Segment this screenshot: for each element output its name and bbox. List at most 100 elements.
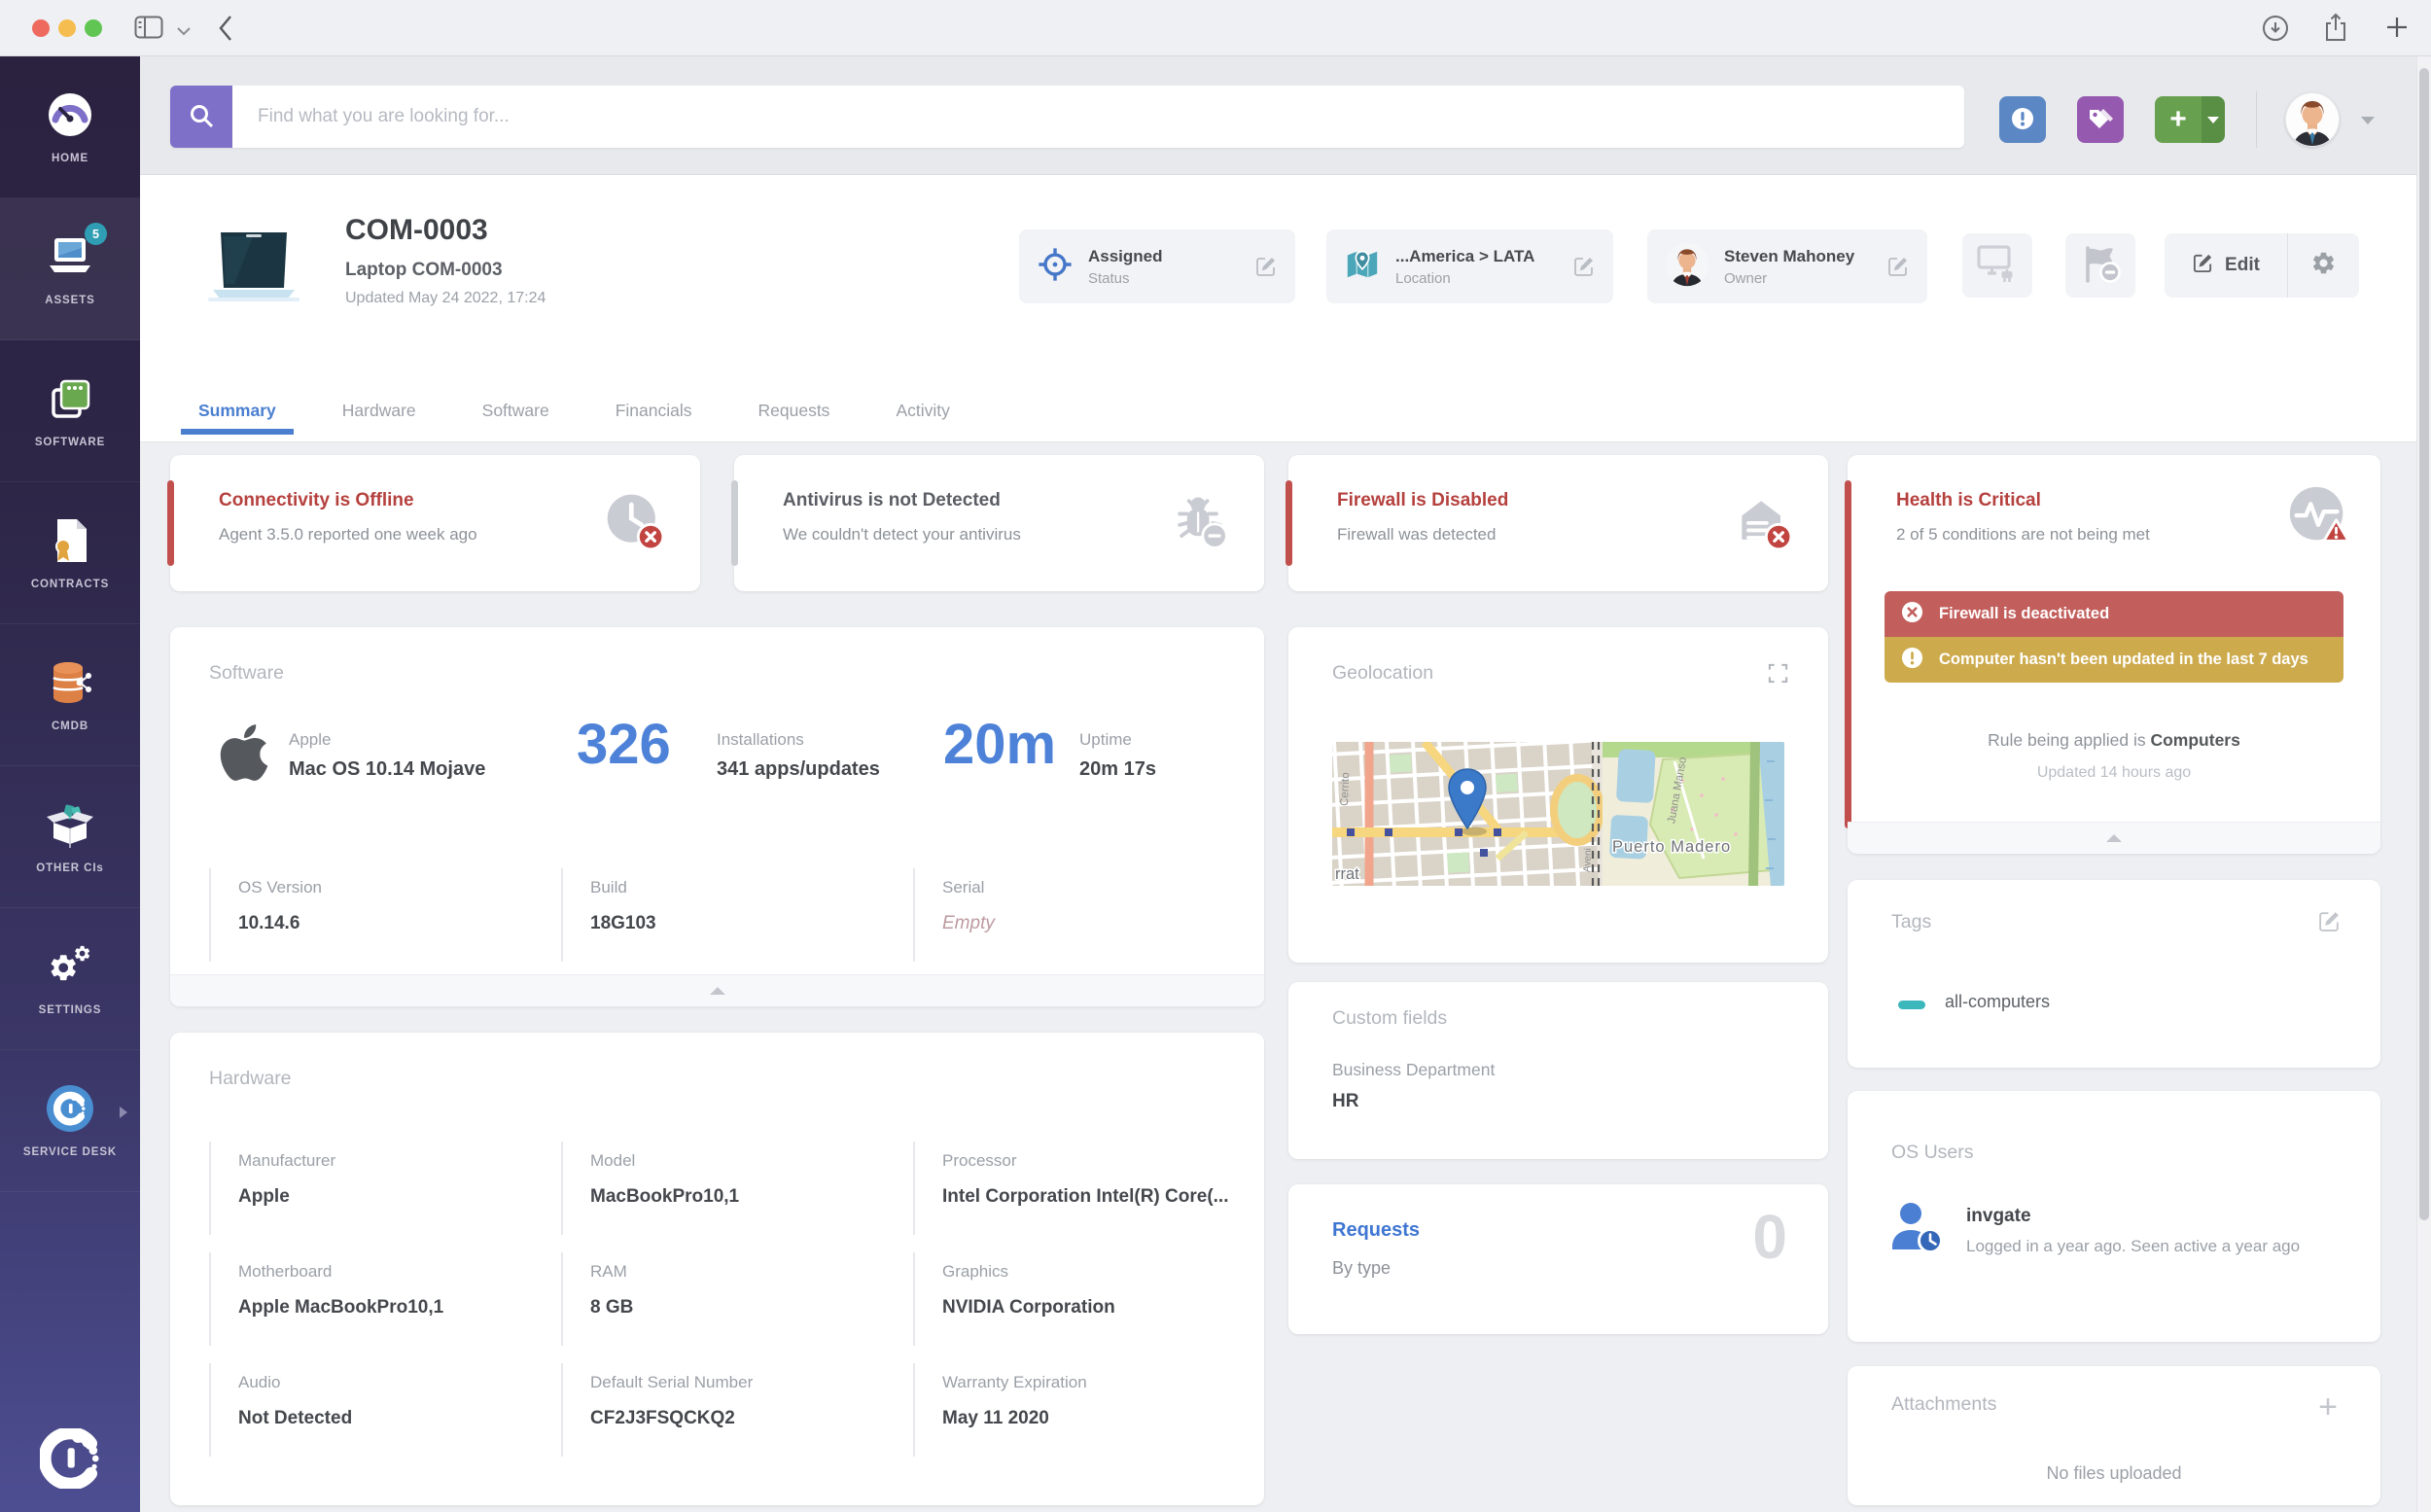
health-rule: Rule being applied is Computers <box>1988 730 2240 750</box>
remote-session-button[interactable] <box>1962 233 2032 298</box>
info-button[interactable] <box>1999 96 2046 143</box>
sidebar-item-other-cis[interactable]: OTHER CIs <box>0 766 140 908</box>
asset-settings-button[interactable] <box>2288 233 2359 298</box>
user-avatar[interactable] <box>2285 92 2340 147</box>
uptime-summary: Uptime 20m 17s <box>1079 730 1156 780</box>
status-chip[interactable]: Assigned Status <box>1019 229 1295 303</box>
sidebar: HOME 5 ASSETS SOFTWARE CONTRACTS CMDB OT… <box>0 56 140 1512</box>
alert-description: Agent 3.5.0 reported one week ago <box>219 525 477 544</box>
firewall-alert-card: Firewall is Disabled Firewall was detect… <box>1286 455 1828 591</box>
location-map-icon <box>1344 246 1381 288</box>
os-user-activity: Logged in a year ago. Seen active a year… <box>1966 1237 2301 1255</box>
new-tab-icon[interactable] <box>2384 15 2410 45</box>
apple-logo-icon <box>217 721 271 790</box>
tab-summary[interactable]: Summary <box>181 379 294 441</box>
software-icon <box>45 373 95 424</box>
download-icon[interactable] <box>2262 15 2289 47</box>
health-card: Health is Critical 2 of 5 conditions are… <box>1845 455 2380 854</box>
hardware-field-model: Model MacBookPro10,1 <box>561 1142 882 1235</box>
chevron-down-icon[interactable] <box>177 23 191 41</box>
sidebar-item-settings[interactable]: SETTINGS <box>0 908 140 1050</box>
owner-chip[interactable]: Steven Mahoney Owner <box>1647 229 1927 303</box>
requests-link[interactable]: Requests <box>1332 1219 1420 1242</box>
window-minimize-button[interactable] <box>58 19 76 37</box>
sidebar-item-home[interactable]: HOME <box>0 56 140 198</box>
alert-severity-stripe <box>1286 480 1292 566</box>
connectivity-alert-card: Connectivity is Offline Agent 3.5.0 repo… <box>167 455 700 591</box>
antivirus-bug-icon <box>1167 488 1233 559</box>
tab-financials[interactable]: Financials <box>612 379 696 441</box>
sidebar-toggle-icon[interactable] <box>134 16 163 44</box>
requests-card: Requests By type 0 <box>1288 1184 1828 1334</box>
alert-title: Antivirus is not Detected <box>783 490 1001 510</box>
user-menu-caret[interactable] <box>2361 117 2375 124</box>
search-button[interactable] <box>170 86 232 148</box>
edit-button[interactable]: Edit <box>2165 233 2287 298</box>
map-street-label: Cerrito <box>1339 772 1352 806</box>
user-clock-icon <box>1888 1200 1947 1259</box>
caret-up-icon <box>709 987 725 995</box>
tab-activity[interactable]: Activity <box>892 379 953 441</box>
top-bar: + <box>140 56 2431 175</box>
software-card: Software Apple Mac OS 10.14 Mojave 326 I… <box>170 627 1264 1006</box>
search-icon <box>189 103 214 131</box>
contracts-icon <box>45 515 95 566</box>
window-zoom-button[interactable] <box>85 19 102 37</box>
alert-description: Firewall was detected <box>1337 525 1497 544</box>
scrollbar-thumb[interactable] <box>2419 68 2429 1220</box>
sidebar-item-software[interactable]: SOFTWARE <box>0 340 140 482</box>
health-updated: Updated 14 hours ago <box>2036 764 2192 781</box>
add-dropdown-caret[interactable] <box>2202 96 2225 143</box>
add-attachment-icon[interactable]: + <box>2312 1389 2343 1424</box>
edit-tags-icon[interactable] <box>2317 909 2342 936</box>
sidebar-item-assets[interactable]: 5 ASSETS <box>0 198 140 340</box>
tags-button[interactable] <box>2077 96 2124 143</box>
health-pulse-icon <box>2285 482 2353 555</box>
share-icon[interactable] <box>2322 13 2349 47</box>
fullscreen-icon[interactable] <box>1767 662 1789 687</box>
tab-hardware[interactable]: Hardware <box>338 379 420 441</box>
tab-requests[interactable]: Requests <box>755 379 834 441</box>
edit-owner-icon[interactable] <box>1886 255 1910 278</box>
search-input[interactable] <box>232 86 1964 148</box>
software-field-os-version: OS Version 10.14.6 <box>209 868 530 962</box>
os-summary: Apple Mac OS 10.14 Mojave <box>289 730 486 780</box>
sidebar-item-cmdb[interactable]: CMDB <box>0 624 140 766</box>
software-collapse-button[interactable] <box>170 974 1264 1006</box>
scrollbar-track[interactable] <box>2416 56 2431 1512</box>
asset-subtitle: Laptop COM-0003 <box>345 260 503 280</box>
sidebar-item-contracts[interactable]: CONTRACTS <box>0 482 140 624</box>
os-user-name: invgate <box>1966 1206 2031 1226</box>
installations-summary: Installations 341 apps/updates <box>717 730 880 780</box>
custom-field-label: Business Department <box>1332 1060 1496 1079</box>
hardware-field-processor: Processor Intel Corporation Intel(R) Cor… <box>913 1142 1234 1235</box>
hardware-field-serial: Default Serial Number CF2J3FSQCKQ2 <box>561 1363 882 1457</box>
map[interactable]: Cerrito Juana Manso Aveni Puerto Madero … <box>1332 742 1784 886</box>
asset-tabs: Summary Hardware Software Financials Req… <box>181 379 954 441</box>
plus-icon: + <box>2155 96 2202 143</box>
sidebar-item-service-desk[interactable]: SERVICE DESK <box>0 1050 140 1192</box>
window-close-button[interactable] <box>32 19 50 37</box>
edit-location-icon[interactable] <box>1572 255 1596 278</box>
monitor-plug-icon <box>1977 244 2018 287</box>
app-window: HOME 5 ASSETS SOFTWARE CONTRACTS CMDB OT… <box>0 0 2431 1512</box>
alert-description: We couldn't detect your antivirus <box>783 525 1021 544</box>
tab-software[interactable]: Software <box>478 379 553 441</box>
error-circle-icon <box>1901 601 1923 628</box>
edit-status-icon[interactable] <box>1254 255 1278 278</box>
custom-fields-card: Custom fields Business Department HR <box>1288 982 1828 1159</box>
location-chip[interactable]: ...America > LATA Location <box>1326 229 1613 303</box>
back-icon[interactable] <box>218 15 233 47</box>
health-collapse-button[interactable] <box>1848 822 2380 854</box>
hardware-card: Hardware Manufacturer Apple Model MacBoo… <box>170 1033 1264 1505</box>
requests-subtitle: By type <box>1332 1258 1392 1278</box>
flag-minus-icon <box>2080 244 2121 288</box>
software-card-title: Software <box>209 662 284 684</box>
search-bar <box>170 86 1964 148</box>
geolocation-card: Geolocation Cerrito Juana Manso Aveni Pu… <box>1288 627 1828 963</box>
tag-item[interactable]: all-computers <box>1945 992 2050 1012</box>
add-button[interactable]: + <box>2155 96 2225 143</box>
flag-button[interactable] <box>2065 233 2135 298</box>
other-cis-box-icon <box>45 799 95 850</box>
firewall-icon <box>1731 488 1797 559</box>
